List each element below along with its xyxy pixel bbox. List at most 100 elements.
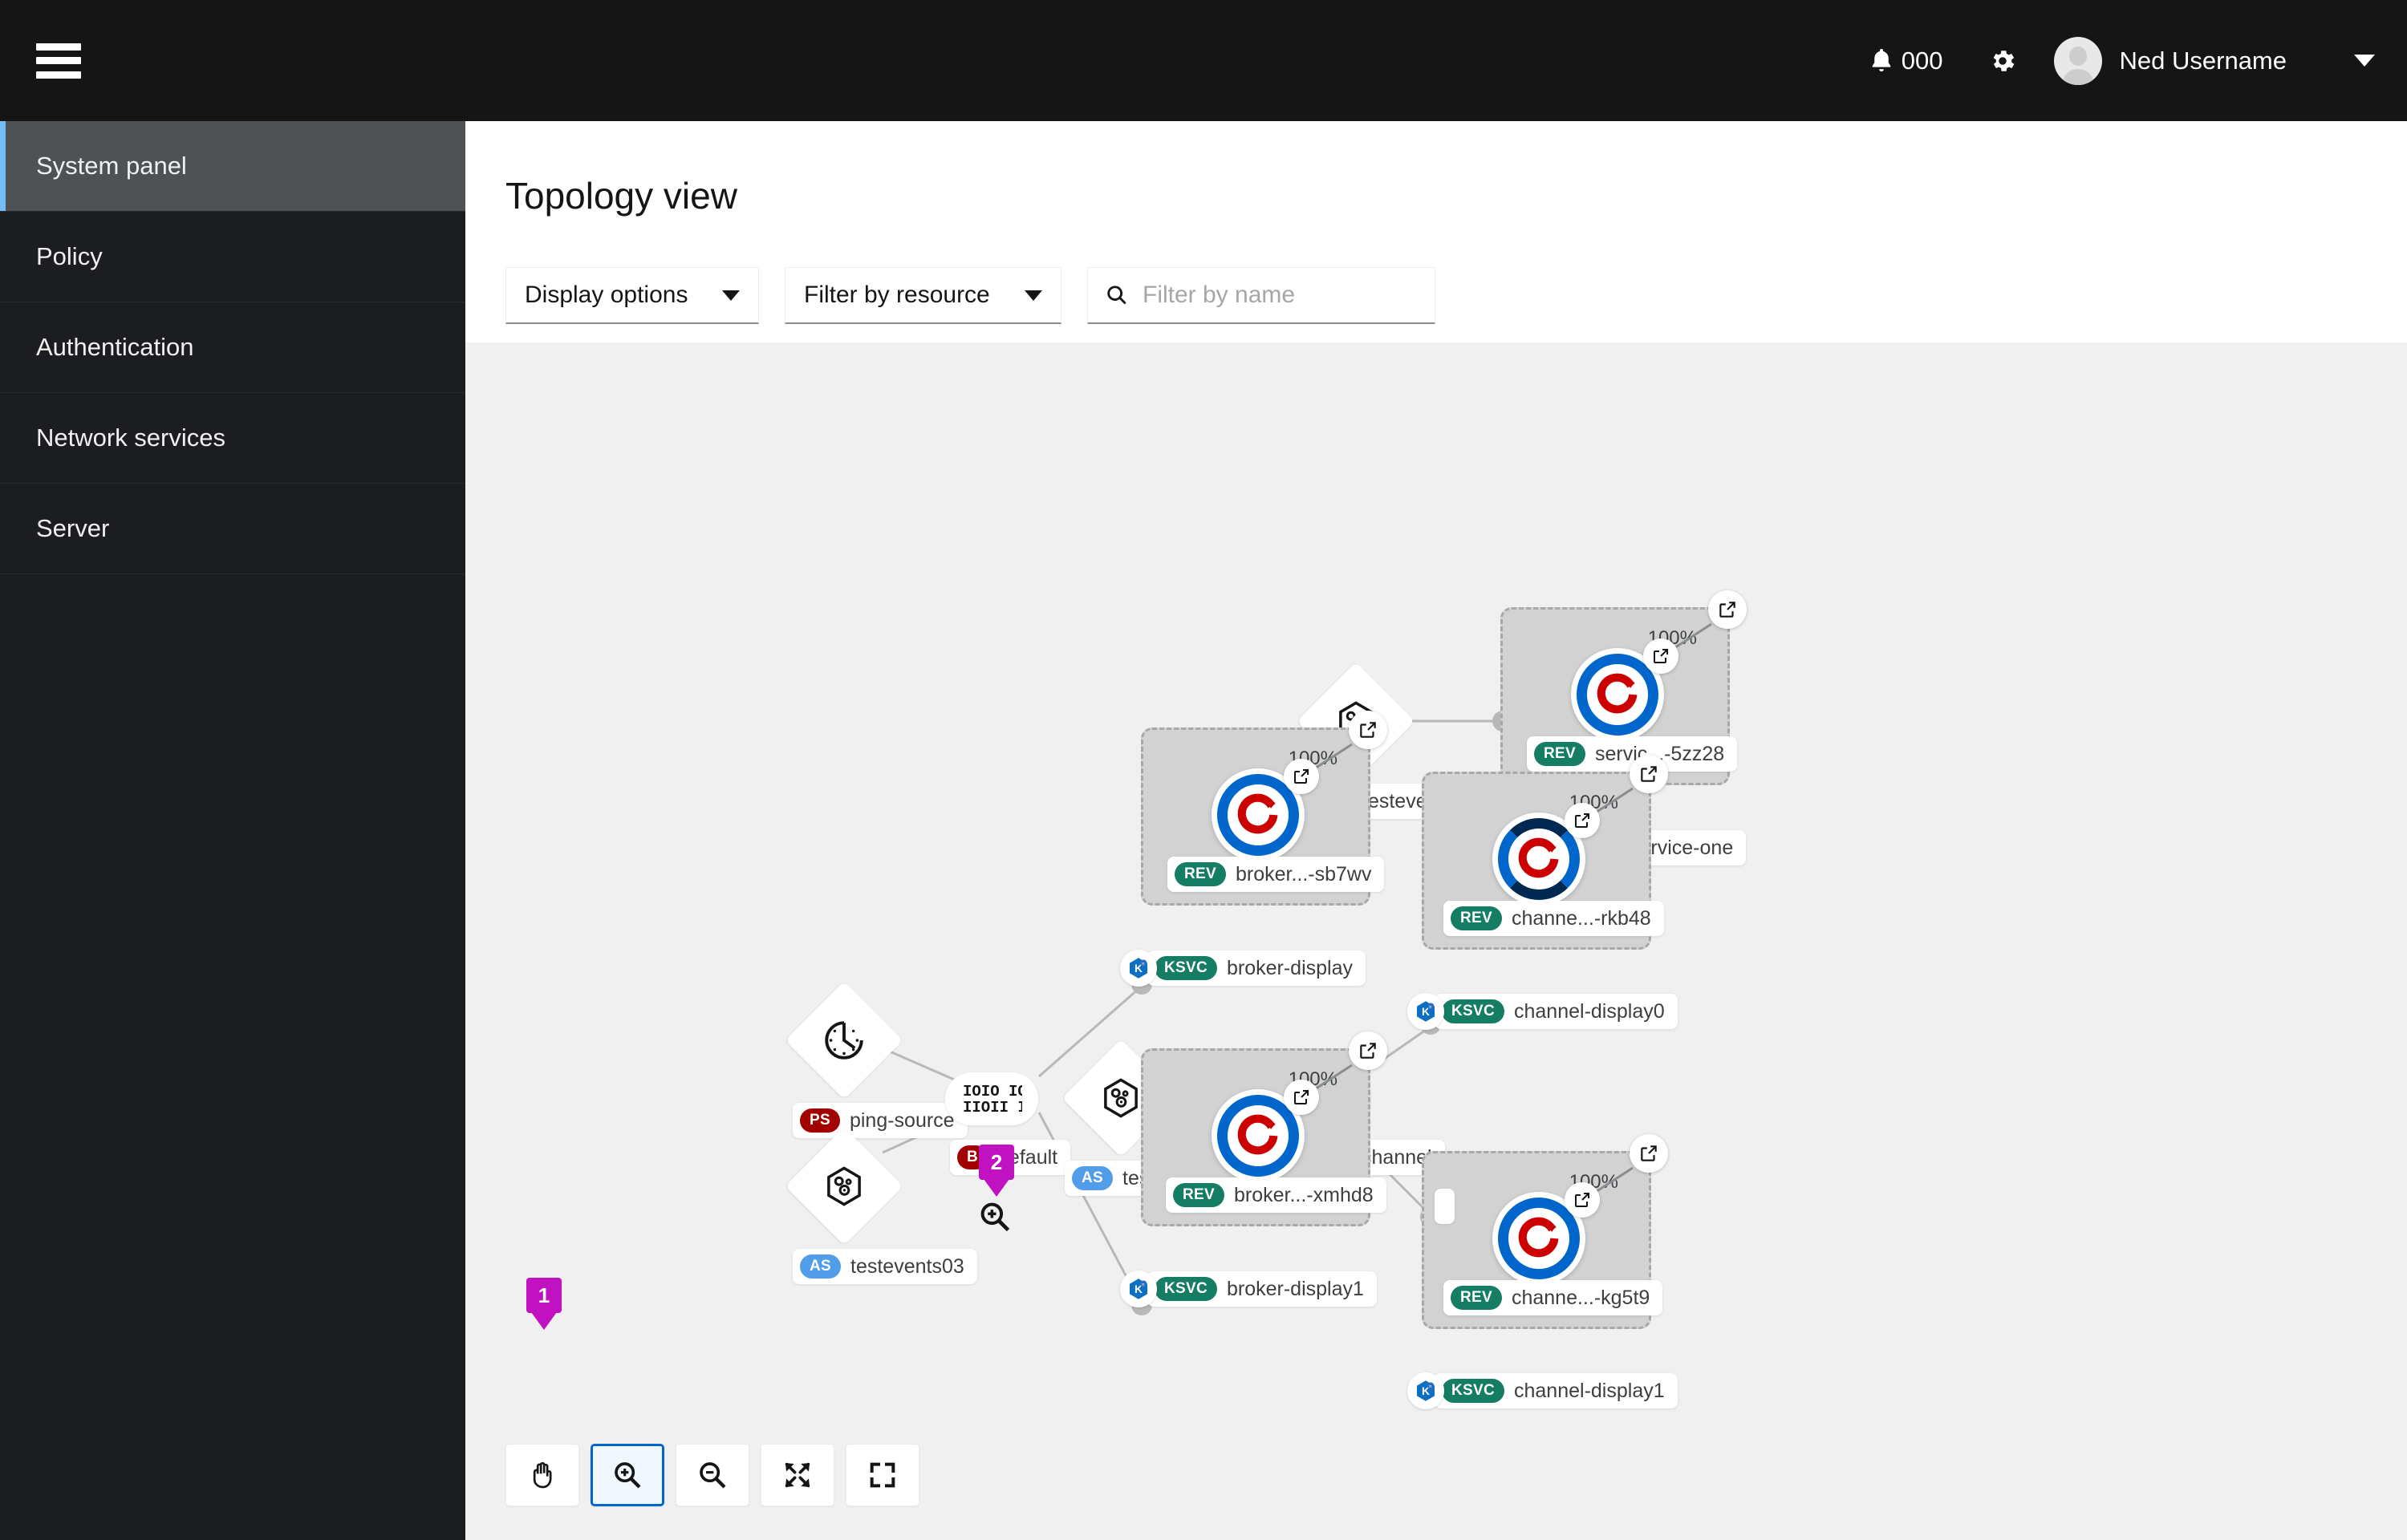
zoom-toolbar	[505, 1444, 919, 1506]
topology-node-broker-display1[interactable]: 100% REV broker...-xmhd8	[1141, 1031, 1387, 1226]
node-label: ping-source	[849, 1108, 955, 1132]
kind-badge: KSVC	[1155, 1277, 1217, 1301]
service-label: channel-display0	[1514, 999, 1665, 1023]
notifications-count: 000	[1901, 46, 1943, 75]
status-badge: PS	[800, 1108, 840, 1133]
notifications-button[interactable]: 000	[1850, 47, 1963, 75]
revision-label: broker...-sb7wv	[1235, 862, 1372, 886]
sidebar-item-label: Network services	[36, 424, 225, 452]
binary-icon: IOIO IOIO IIOII IIOII	[963, 1083, 1022, 1116]
gears-hexagon-icon	[827, 1166, 861, 1206]
revision-label: broker...-xmhd8	[1233, 1183, 1374, 1206]
service-label: broker-display	[1227, 956, 1354, 979]
topology-node-service-one[interactable]: 100% REV servic...-5zz28	[1500, 590, 1747, 785]
fit-to-screen-button[interactable]	[761, 1444, 834, 1506]
svg-text:n: n	[1429, 1384, 1431, 1389]
revision-badge: REV	[1534, 742, 1585, 766]
topology-node-channel-display0[interactable]: 100% REV channe...-rkb48	[1422, 755, 1668, 950]
status-badge: AS	[1072, 1166, 1113, 1190]
filter-by-resource-dropdown[interactable]: Filter by resource	[785, 267, 1061, 324]
revision-label-chip: REV broker...-xmhd8	[1166, 1177, 1386, 1213]
revision-badge: REV	[1451, 906, 1502, 930]
source-diamond	[785, 981, 903, 1100]
topology-node-broker-display[interactable]: 100% REV broker...-sb7wv	[1141, 711, 1387, 906]
reset-view-button[interactable]	[846, 1444, 919, 1506]
gears-hexagon-icon	[1104, 1078, 1138, 1118]
node-label: testevents03	[850, 1254, 964, 1278]
step-marker-number: 2	[990, 1149, 1003, 1174]
revision-label-chip: REV channe...-rkb48	[1443, 901, 1664, 936]
revision-badge: REV	[1451, 1286, 1502, 1310]
topology-node-default[interactable]: IOIO IOIO IIOII IIOII B default	[945, 1072, 1071, 1175]
revision-label: channe...-rkb48	[1511, 906, 1651, 930]
magnifier-plus-icon	[615, 1462, 641, 1489]
chevron-down-icon[interactable]	[2354, 55, 2375, 67]
pan-button[interactable]	[505, 1444, 579, 1506]
knative-k-icon: Kn	[1407, 993, 1444, 1030]
sidebar-item-network-services[interactable]: Network services	[0, 393, 465, 484]
service-label-chip: Kn KSVC broker-display1	[1120, 1270, 1377, 1307]
revision-badge: REV	[1173, 1183, 1224, 1207]
page-title: Topology view	[505, 175, 737, 217]
topology-canvas[interactable]: PS ping-source AS testevents03 IOIO I II…	[465, 342, 2407, 1540]
magnifier-minus-icon	[700, 1462, 726, 1489]
revision-label-chip: REV channe...-kg5t9	[1443, 1280, 1663, 1315]
revision-label-chip: REV broker...-sb7wv	[1167, 857, 1385, 892]
expand-arrows-icon	[785, 1462, 810, 1488]
topology-node-testevents03[interactable]: AS testevents03	[785, 1127, 977, 1284]
gear-icon	[1993, 50, 2014, 71]
service-label: channel-display1	[1514, 1379, 1665, 1402]
username-label: Ned Username	[2119, 46, 2287, 75]
sidebar-item-label: System panel	[36, 152, 187, 180]
hamburger-bar	[36, 57, 81, 64]
bell-icon	[1872, 48, 1891, 71]
zoom-out-button[interactable]	[676, 1444, 749, 1506]
external-link-icon[interactable]	[1565, 803, 1600, 838]
search-field[interactable]	[1087, 267, 1435, 324]
node-label-chip: PS ping-source	[793, 1103, 968, 1138]
sidebar-item-system-panel[interactable]: System panel	[0, 121, 465, 212]
svg-text:n: n	[1429, 1005, 1431, 1010]
topology-node-channel-display1[interactable]: 100% REV channe...-kg5t9	[1422, 1134, 1668, 1329]
zoom-in-button[interactable]	[591, 1444, 664, 1506]
service-label-chip: Kn KSVC channel-display0	[1407, 993, 1678, 1030]
source-diamond	[785, 1127, 903, 1246]
filter-toolbar: Display options Filter by resource	[465, 217, 2407, 324]
step-marker-number: 1	[538, 1283, 550, 1307]
kind-badge: KSVC	[1155, 956, 1217, 980]
display-options-label: Display options	[525, 282, 688, 308]
kind-badge: KSVC	[1442, 999, 1504, 1023]
step-marker-1: 1	[526, 1278, 562, 1313]
topology-node-ping-source[interactable]: PS ping-source	[785, 981, 968, 1138]
hamburger-icon[interactable]	[36, 43, 81, 79]
user-menu[interactable]: Ned Username	[2043, 36, 2375, 85]
user-avatar-icon	[2053, 36, 2102, 85]
service-label-chip: Kn KSVC broker-display	[1120, 950, 1366, 987]
external-link-icon[interactable]	[1565, 1182, 1600, 1218]
broker-pill: IOIO IOIO IIOII IIOII	[945, 1072, 1038, 1125]
external-link-icon[interactable]	[1284, 1080, 1319, 1115]
service-label: broker-display1	[1227, 1277, 1364, 1300]
chevron-down-icon	[722, 290, 740, 301]
sidebar-item-authentication[interactable]: Authentication	[0, 302, 465, 393]
external-link-icon[interactable]	[1284, 759, 1319, 794]
sidebar: System panel Policy Authentication Netwo…	[0, 121, 465, 1540]
sidebar-item-server[interactable]: Server	[0, 484, 465, 574]
display-options-dropdown[interactable]: Display options	[505, 267, 759, 324]
knative-k-icon: Kn	[1120, 1270, 1157, 1307]
search-icon	[1107, 286, 1126, 305]
sidebar-item-policy[interactable]: Policy	[0, 212, 465, 302]
external-link-icon[interactable]	[1643, 638, 1678, 674]
hamburger-bar	[36, 71, 81, 79]
magnifier-plus-cursor	[980, 1202, 1010, 1232]
knative-k-icon: Kn	[1407, 1372, 1444, 1409]
filter-by-resource-label: Filter by resource	[804, 282, 990, 308]
node-label-chip: AS testevents03	[793, 1249, 977, 1284]
step-marker-2: 2	[979, 1145, 1014, 1180]
hand-icon	[533, 1461, 552, 1489]
search-input[interactable]	[1143, 282, 1417, 309]
svg-text:n: n	[1142, 962, 1144, 967]
svg-text:n: n	[1142, 1283, 1144, 1287]
settings-button[interactable]	[1963, 47, 2043, 75]
status-badge: AS	[800, 1254, 841, 1279]
